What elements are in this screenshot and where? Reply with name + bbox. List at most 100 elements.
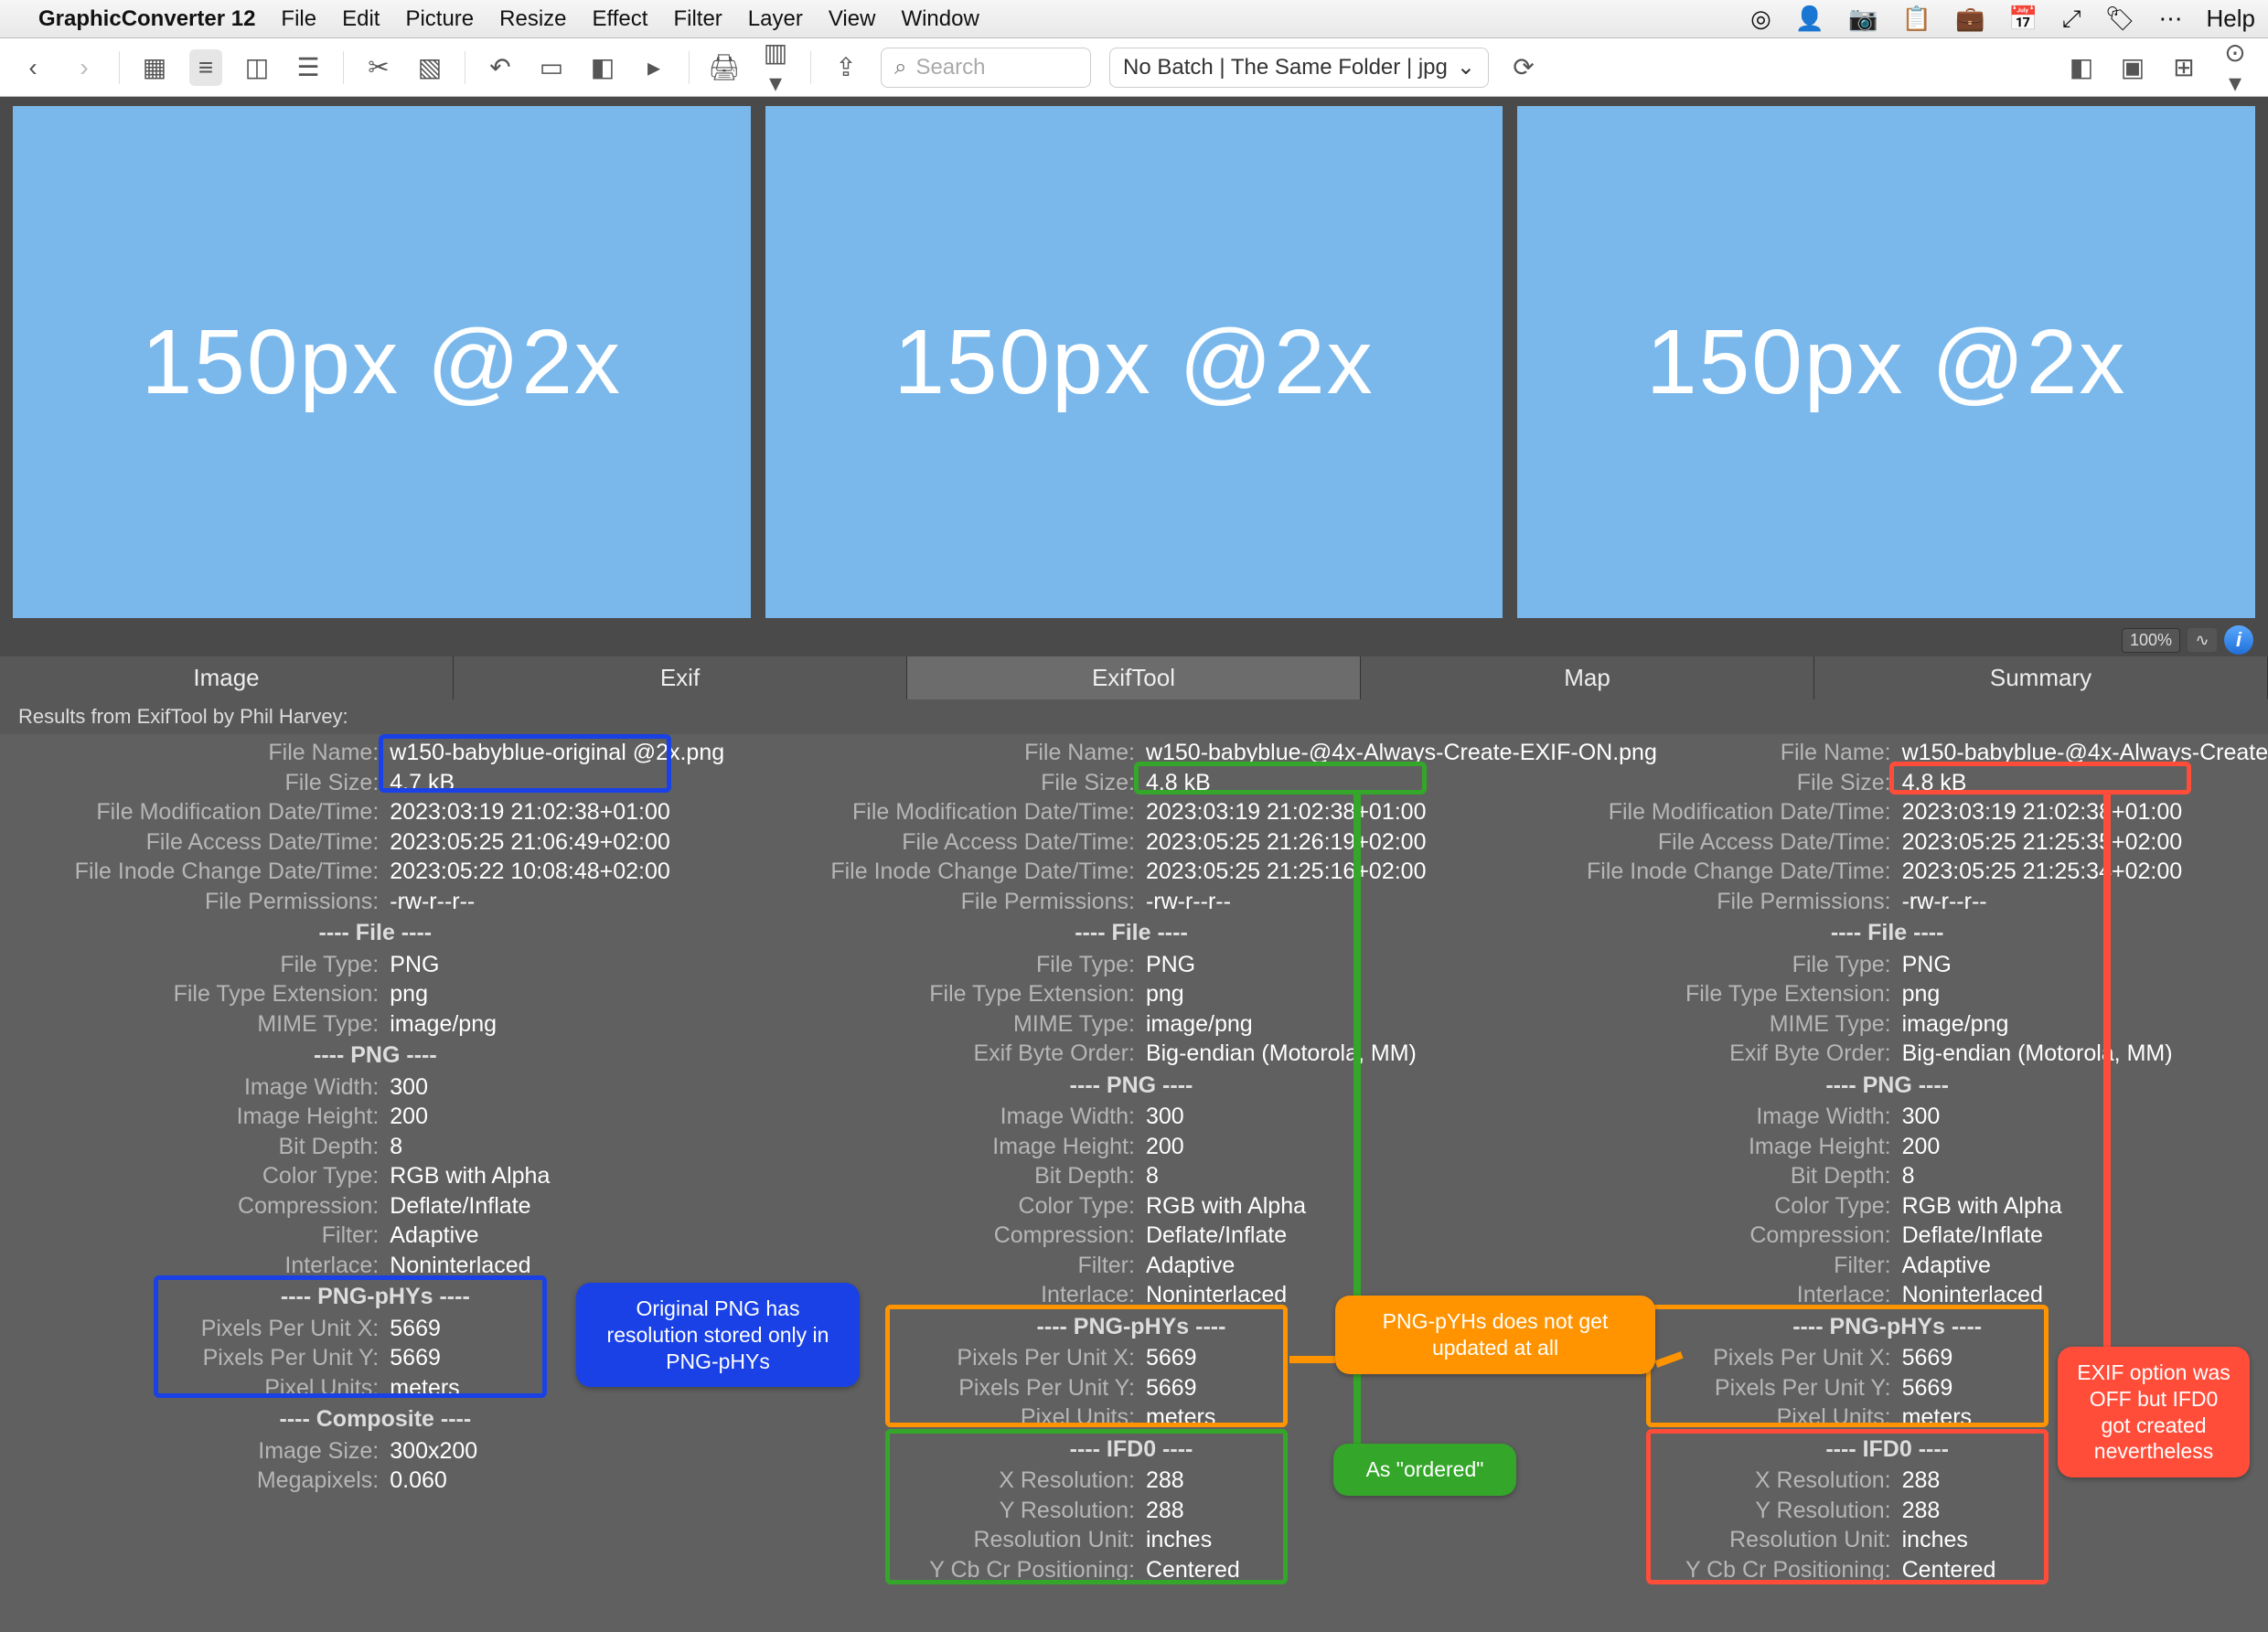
calendar-icon[interactable]: 📅 — [2008, 5, 2038, 33]
tag-icon[interactable]: 🏷 — [2105, 5, 2135, 33]
exif-value: 288 — [1902, 1496, 2252, 1526]
exif-row: Filter:Adaptive — [1523, 1251, 2252, 1281]
exif-value: Adaptive — [390, 1221, 739, 1251]
stack-icon[interactable]: ▸ — [637, 52, 670, 82]
card-icon[interactable]: ▭ — [535, 52, 568, 82]
menu-view[interactable]: View — [829, 6, 876, 32]
tab-exif[interactable]: Exif — [454, 656, 907, 699]
exif-label: File Type Extension: — [11, 979, 390, 1009]
thumbnail-1[interactable]: 150px @2x — [13, 106, 751, 618]
tab-map[interactable]: Map — [1361, 656, 1814, 699]
info-icon[interactable]: i — [2224, 625, 2253, 655]
exif-label: File Access Date/Time: — [1523, 827, 1901, 858]
exif-row: Image Width:300 — [11, 1072, 740, 1103]
exif-value: PNG — [1902, 950, 2252, 980]
exif-label: File Type: — [1523, 950, 1901, 980]
exif-row: Bit Depth:8 — [1523, 1161, 2252, 1191]
paint-icon[interactable]: ▧ — [413, 52, 446, 82]
exif-row: File Access Date/Time:2023:05:25 21:06:4… — [11, 827, 740, 858]
exif-label: Y Resolution: — [767, 1496, 1146, 1526]
thumbnail-3[interactable]: 150px @2x — [1517, 106, 2255, 618]
exif-value: 2023:05:25 21:25:34+02:00 — [1902, 857, 2252, 887]
target-icon[interactable]: ◎ — [1750, 5, 1771, 33]
undo-icon[interactable]: ↶ — [484, 52, 517, 82]
exif-label: Image Height: — [1523, 1132, 1901, 1162]
view-list-icon[interactable]: ≡ — [189, 49, 222, 86]
clipboard-icon[interactable]: 📋 — [1902, 5, 1931, 33]
ellipsis-icon[interactable]: ⋯ — [2159, 5, 2183, 33]
exif-label: File Modification Date/Time: — [11, 797, 390, 827]
exif-label: File Type: — [767, 950, 1146, 980]
crop-icon[interactable]: ✂ — [362, 52, 395, 82]
menu-layer[interactable]: Layer — [748, 6, 803, 32]
exif-row: File Name:w150-babyblue-@4x-Always-Creat… — [1523, 738, 2252, 768]
exif-label: Compression: — [1523, 1221, 1901, 1251]
menu-edit[interactable]: Edit — [342, 6, 380, 32]
exif-value: 2023:03:19 21:02:38+01:00 — [390, 797, 739, 827]
exif-value: 4.7 kB — [390, 768, 739, 798]
exif-row: File Name:w150-babyblue-@4x-Always-Creat… — [767, 738, 1496, 768]
exif-label: File Size: — [1523, 768, 1901, 798]
exif-value: 200 — [1902, 1132, 2252, 1162]
nav-forward-icon[interactable]: › — [68, 53, 101, 82]
user-icon[interactable]: 👤 — [1795, 5, 1824, 33]
exif-label: File Permissions: — [11, 887, 390, 917]
exif-label: File Inode Change Date/Time: — [767, 857, 1146, 887]
exif-value: Noninterlaced — [390, 1251, 739, 1281]
size-icon[interactable]: ▥ ▾ — [759, 37, 792, 98]
panel1-icon[interactable]: ◧ — [2065, 52, 2098, 82]
menu-file[interactable]: File — [281, 6, 316, 32]
exif-label: Resolution Unit: — [767, 1525, 1146, 1555]
zoom-badge[interactable]: 100% — [2122, 628, 2180, 653]
exif-row: File Type:PNG — [11, 950, 740, 980]
exif-value: 288 — [1146, 1496, 1495, 1526]
nav-back-icon[interactable]: ‹ — [16, 53, 49, 82]
camera-icon[interactable]: 📷 — [1848, 5, 1878, 33]
exif-label: Color Type: — [11, 1161, 390, 1191]
tag2-icon[interactable]: ◧ — [586, 52, 619, 82]
section-header: ---- File ---- — [1523, 916, 2252, 950]
exif-label: File Name: — [11, 738, 390, 768]
badge-bar: 100% ∿ i — [0, 624, 2268, 656]
briefcase-icon[interactable]: 💼 — [1955, 5, 1984, 33]
exif-label: File Access Date/Time: — [11, 827, 390, 858]
thumbnail-2[interactable]: 150px @2x — [765, 106, 1503, 618]
batch-dropdown[interactable]: No Batch | The Same Folder | jpg ⌄ — [1109, 48, 1489, 88]
menu-window[interactable]: Window — [901, 6, 979, 32]
exif-label: File Name: — [1523, 738, 1901, 768]
search-input[interactable]: ⌕ Search — [881, 48, 1091, 88]
tab-exiftool[interactable]: ExifTool — [907, 656, 1361, 699]
view-detail-icon[interactable]: ☰ — [292, 52, 325, 82]
exif-value: 5669 — [1146, 1373, 1495, 1403]
app-name[interactable]: GraphicConverter 12 — [38, 6, 255, 32]
callout-ordered: As "ordered" — [1333, 1444, 1516, 1496]
tab-image[interactable]: Image — [0, 656, 454, 699]
exif-label: Bit Depth: — [1523, 1161, 1901, 1191]
more-icon[interactable]: ⊙ ▾ — [2219, 37, 2252, 98]
print-icon[interactable]: 🖨 — [708, 52, 741, 82]
exif-value: PNG — [390, 950, 739, 980]
exif-value: meters — [1146, 1403, 1495, 1433]
panel3-icon[interactable]: ⊞ — [2167, 52, 2200, 82]
panel2-icon[interactable]: ▣ — [2116, 52, 2149, 82]
share-icon[interactable]: ⇪ — [829, 52, 862, 82]
menu-picture[interactable]: Picture — [405, 6, 474, 32]
exif-row: Filter:Adaptive — [767, 1251, 1496, 1281]
export-icon[interactable]: ⟳ — [1507, 52, 1540, 82]
menu-effect[interactable]: Effect — [593, 6, 648, 32]
menu-resize[interactable]: Resize — [499, 6, 566, 32]
tab-summary[interactable]: Summary — [1814, 656, 2268, 699]
exif-value: 200 — [1146, 1132, 1495, 1162]
exif-value: Deflate/Inflate — [1902, 1221, 2252, 1251]
view-columns-icon[interactable]: ◫ — [241, 52, 273, 82]
exif-value: 300 — [390, 1072, 739, 1103]
menu-help[interactable]: Help — [2207, 5, 2255, 33]
menu-filter[interactable]: Filter — [673, 6, 722, 32]
exif-row: File Modification Date/Time:2023:03:19 2… — [1523, 797, 2252, 827]
view-grid-icon[interactable]: ▦ — [138, 52, 171, 82]
histogram-icon[interactable]: ∿ — [2188, 628, 2217, 652]
section-header: ---- PNG ---- — [767, 1069, 1496, 1103]
exif-row: Filter:Adaptive — [11, 1221, 740, 1251]
exif-label: File Permissions: — [767, 887, 1146, 917]
compress-icon[interactable]: ⤢ — [2062, 5, 2081, 34]
